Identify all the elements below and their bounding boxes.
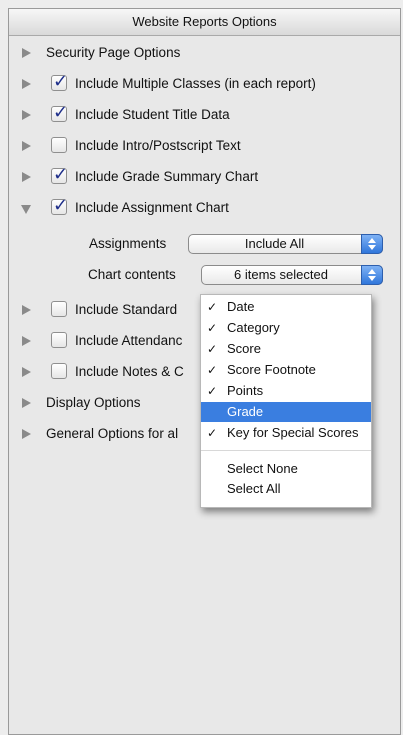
row-label: General Options for al <box>46 426 179 441</box>
menu-item-date[interactable]: ✓ Date <box>201 297 371 317</box>
disclosure-triangle-icon[interactable] <box>22 336 31 346</box>
panel-title: Website Reports Options <box>9 9 400 36</box>
chart-contents-label: Chart contents <box>88 267 176 282</box>
menu-item-score[interactable]: ✓ Score <box>201 339 371 359</box>
menu-item-label: Select None <box>227 461 298 476</box>
row-include-assignment-chart: ✓ Include Assignment Chart <box>9 195 400 220</box>
row-label: Include Grade Summary Chart <box>75 169 259 184</box>
row-label: Security Page Options <box>46 45 181 60</box>
menu-item-label: Score Footnote <box>227 362 316 377</box>
row-label: Include Attendanc <box>75 333 183 348</box>
check-icon: ✓ <box>207 363 218 377</box>
disclosure-triangle-icon[interactable] <box>22 398 31 408</box>
checkbox-include-notes[interactable] <box>51 363 67 379</box>
menu-item-points[interactable]: ✓ Points <box>201 381 371 401</box>
menu-item-label: Date <box>227 299 255 314</box>
disclosure-triangle-icon[interactable] <box>22 141 31 151</box>
menu-item-label: Score <box>227 341 261 356</box>
row-label: Include Standard <box>75 302 178 317</box>
check-icon: ✓ <box>207 384 218 398</box>
row-label: Include Assignment Chart <box>75 200 229 215</box>
row-include-multiple-classes: ✓ Include Multiple Classes (in each repo… <box>9 71 400 96</box>
assignments-label: Assignments <box>89 236 167 251</box>
disclosure-triangle-icon[interactable] <box>22 110 31 120</box>
menu-item-label: Grade <box>227 404 264 419</box>
disclosure-triangle-icon[interactable] <box>22 79 31 89</box>
menu-item-grade[interactable]: Grade <box>201 402 371 422</box>
checkmark-icon: ✓ <box>53 164 69 184</box>
row-label: Include Student Title Data <box>75 107 230 122</box>
menu-item-label: Category <box>227 320 280 335</box>
row-label: Include Multiple Classes (in each report… <box>75 76 316 91</box>
checkbox-include-student-title-data[interactable]: ✓ <box>51 102 68 122</box>
row-security-page-options[interactable]: Security Page Options <box>9 41 400 65</box>
menu-item-label: Points <box>227 383 264 398</box>
row-include-grade-summary-chart: ✓ Include Grade Summary Chart <box>9 164 400 189</box>
popup-arrows-icon <box>361 234 383 254</box>
checkbox-include-grade-summary-chart[interactable]: ✓ <box>51 164 68 184</box>
checkbox-include-multiple-classes[interactable]: ✓ <box>51 71 68 91</box>
disclosure-triangle-icon[interactable] <box>22 305 31 315</box>
row-include-intro-postscript: Include Intro/Postscript Text <box>9 134 400 158</box>
menu-separator <box>201 450 371 451</box>
assignments-popup[interactable]: Include All <box>188 234 383 254</box>
assignments-value: Include All <box>244 236 305 251</box>
disclosure-triangle-icon[interactable] <box>22 429 31 439</box>
disclosure-triangle-icon[interactable] <box>22 367 31 377</box>
checkbox-include-attendance[interactable] <box>51 332 67 348</box>
checkbox-include-assignment-chart[interactable]: ✓ <box>51 195 68 215</box>
menu-item-category[interactable]: ✓ Category <box>201 318 371 338</box>
row-label: Display Options <box>46 395 141 410</box>
check-icon: ✓ <box>207 321 218 335</box>
checkmark-icon: ✓ <box>53 195 69 215</box>
menu-item-score-footnote[interactable]: ✓ Score Footnote <box>201 360 371 380</box>
row-include-student-title-data: ✓ Include Student Title Data <box>9 102 400 127</box>
check-icon: ✓ <box>207 426 218 440</box>
checkbox-include-intro-postscript[interactable] <box>51 137 67 153</box>
disclosure-triangle-icon[interactable] <box>22 172 31 182</box>
chart-contents-menu: ✓ Date ✓ Category ✓ Score ✓ Score Footno… <box>200 294 372 508</box>
check-icon: ✓ <box>207 300 218 314</box>
menu-item-label: Select All <box>227 481 281 496</box>
disclosure-triangle-icon[interactable] <box>22 48 31 58</box>
chart-contents-popup[interactable]: 6 items selected <box>201 265 383 285</box>
menu-item-key-for-special-scores[interactable]: ✓ Key for Special Scores <box>201 423 371 443</box>
menu-item-select-none[interactable]: Select None <box>201 459 371 479</box>
menu-item-label: Key for Special Scores <box>227 425 359 440</box>
checkmark-icon: ✓ <box>53 102 69 122</box>
chart-contents-value: 6 items selected <box>234 267 328 282</box>
row-label: Include Notes & C <box>75 364 184 379</box>
check-icon: ✓ <box>207 342 218 356</box>
checkbox-include-standard[interactable] <box>51 301 67 317</box>
popup-arrows-icon <box>361 265 383 285</box>
disclosure-triangle-open-icon[interactable] <box>21 205 31 214</box>
checkmark-icon: ✓ <box>53 71 69 91</box>
menu-item-select-all[interactable]: Select All <box>201 479 371 499</box>
row-label: Include Intro/Postscript Text <box>75 138 241 153</box>
